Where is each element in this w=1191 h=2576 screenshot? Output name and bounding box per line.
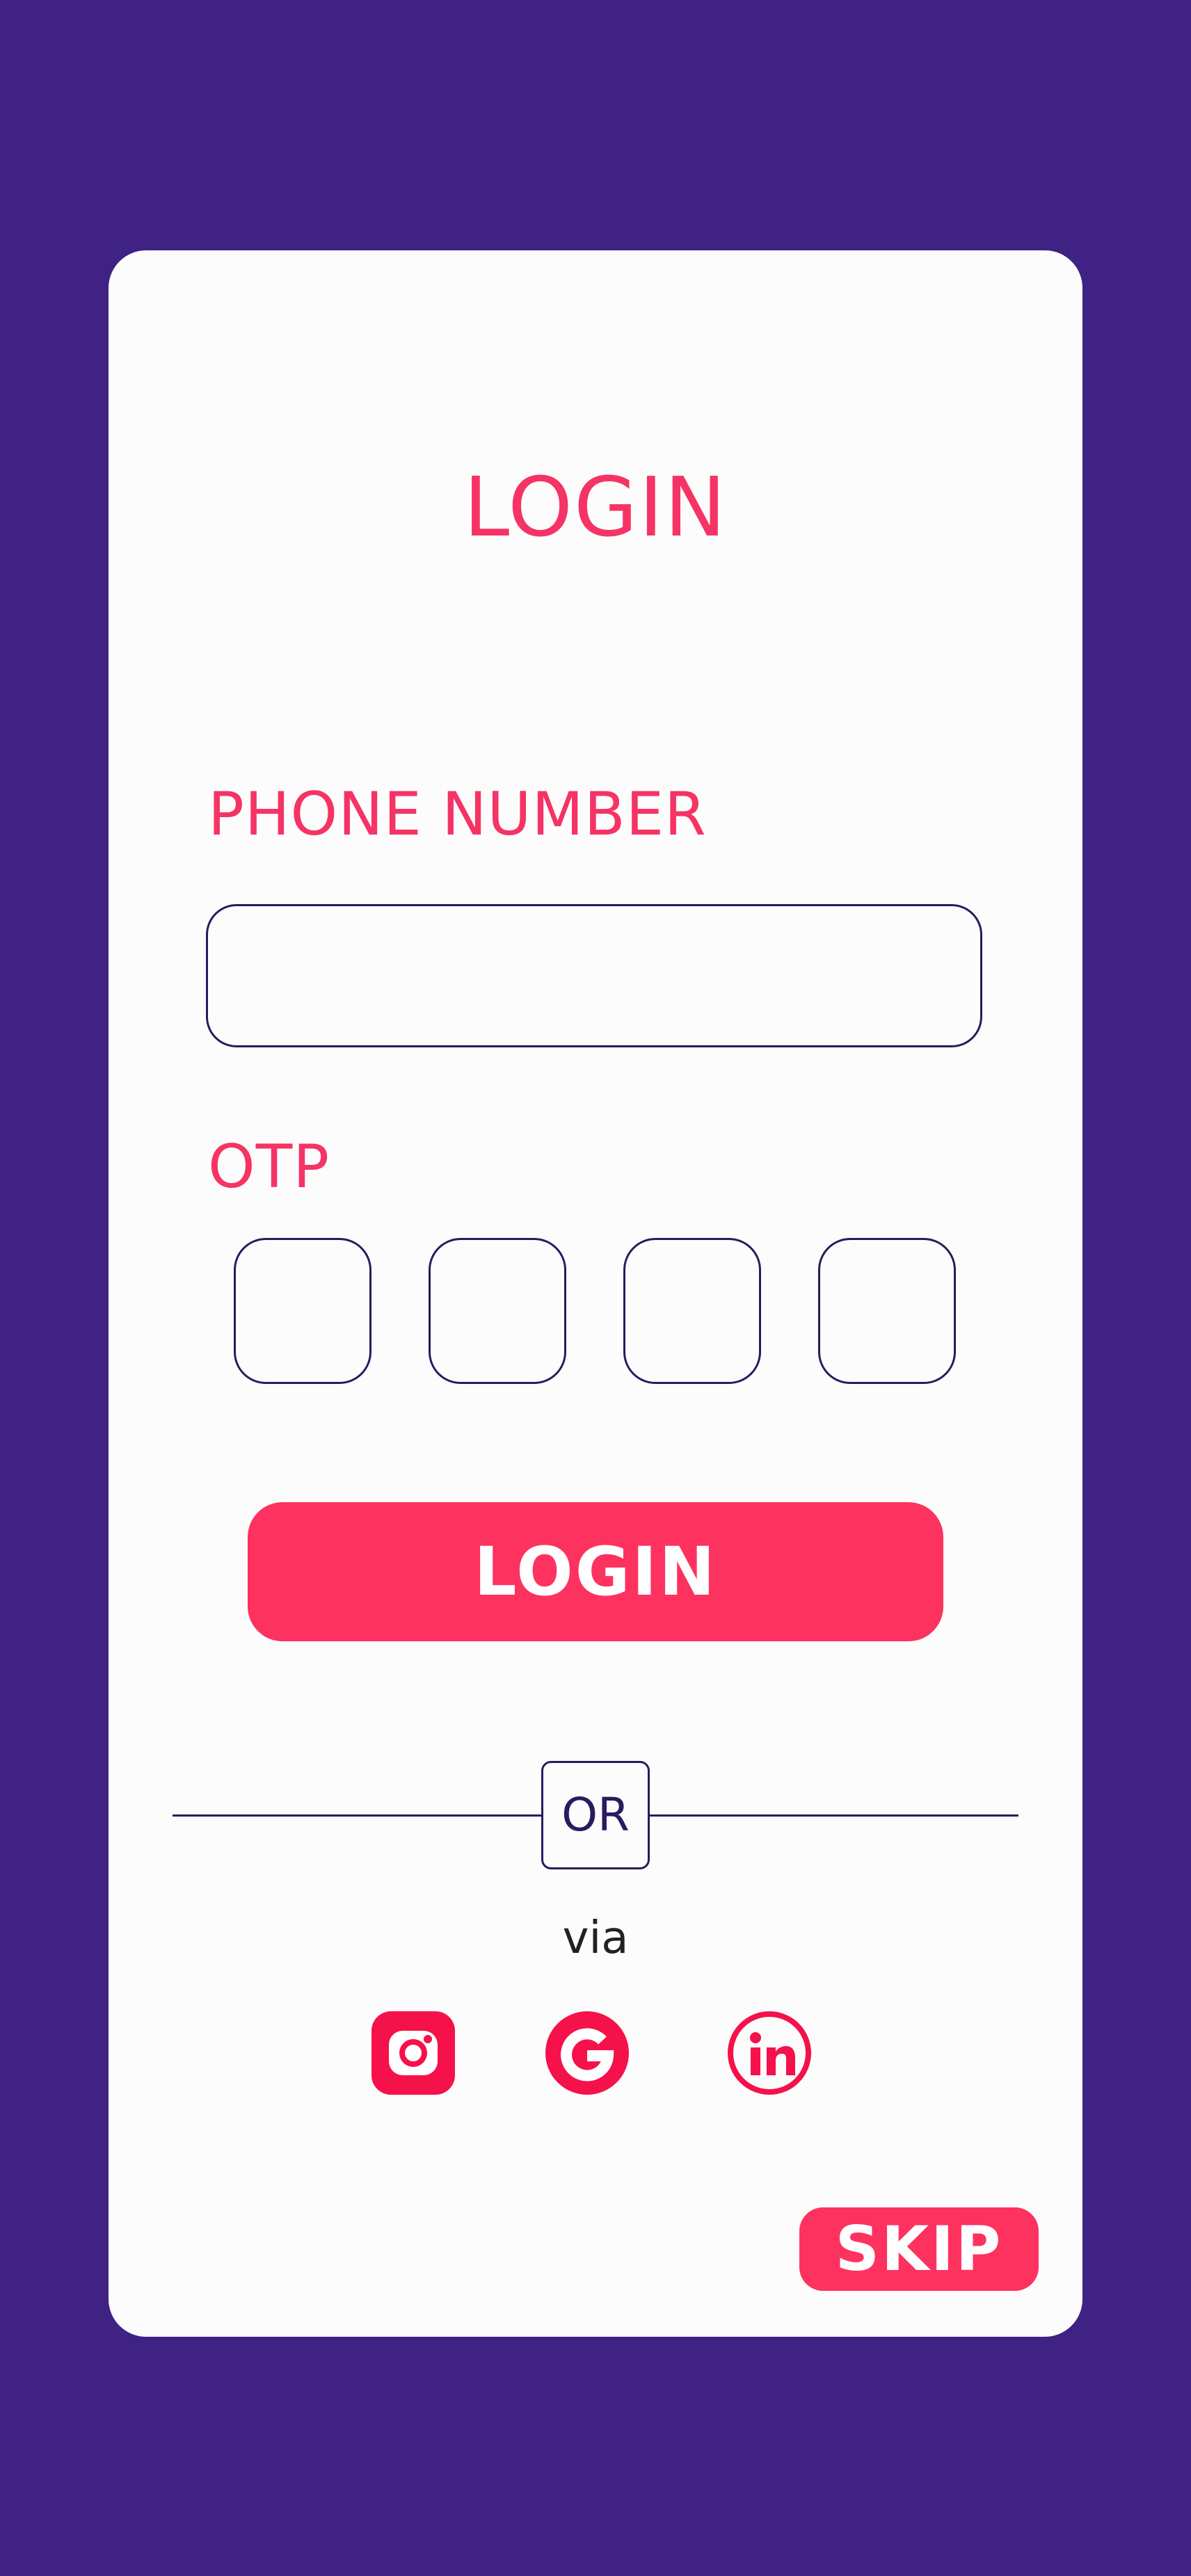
otp-digit-3-input[interactable] — [623, 1238, 761, 1384]
phone-number-label: PHONE NUMBER — [208, 780, 707, 849]
divider-line-right — [648, 1814, 1018, 1817]
via-text: via — [562, 1913, 629, 1964]
linkedin-icon — [728, 2011, 811, 2095]
or-divider: OR — [541, 1761, 650, 1869]
otp-digit-4-input[interactable] — [818, 1238, 956, 1384]
otp-digit-2-input[interactable] — [429, 1238, 566, 1384]
google-icon — [545, 2011, 629, 2095]
login-button[interactable]: LOGIN — [248, 1502, 943, 1641]
instagram-login-button[interactable] — [370, 2010, 456, 2096]
linkedin-login-button[interactable] — [726, 2010, 813, 2096]
skip-button[interactable]: SKIP — [799, 2207, 1039, 2291]
page-title: LOGIN — [463, 459, 728, 555]
otp-digit-1-input[interactable] — [234, 1238, 371, 1384]
google-login-button[interactable] — [544, 2010, 630, 2096]
instagram-icon — [371, 2011, 455, 2095]
phone-number-input[interactable] — [206, 904, 982, 1047]
otp-label: OTP — [208, 1132, 330, 1202]
login-card: LOGIN PHONE NUMBER OTP LOGIN OR via SKIP — [109, 250, 1082, 2337]
divider-line-left — [173, 1814, 543, 1817]
